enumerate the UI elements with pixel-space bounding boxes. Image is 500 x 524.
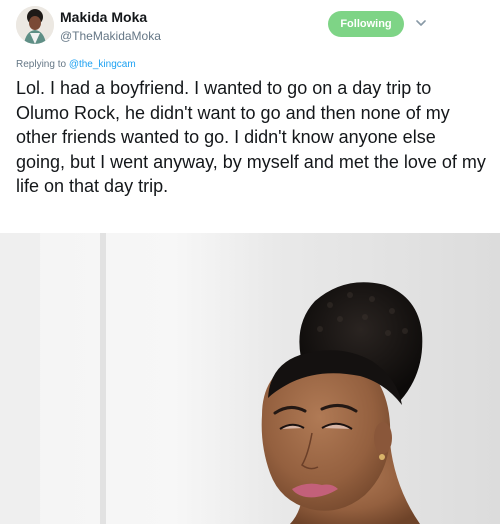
replying-to-label: Replying to [16, 59, 67, 70]
avatar-image [16, 6, 54, 44]
tweet-text: Lol. I had a boyfriend. I wanted to go o… [16, 78, 486, 196]
tweet-header: Makida Moka @TheMakidaMoka Following [0, 0, 500, 52]
following-button[interactable]: Following [328, 11, 404, 37]
tweet-photo[interactable] [0, 233, 500, 524]
chevron-down-icon[interactable] [413, 15, 429, 31]
avatar[interactable] [16, 6, 54, 44]
portrait-photo [0, 233, 500, 524]
reply-mention-link[interactable]: @the_kingcam [69, 59, 136, 70]
author-handle[interactable]: @TheMakidaMoka [60, 29, 161, 43]
author-display-name[interactable]: Makida Moka [60, 9, 147, 25]
replying-to-line: Replying to @the_kingcam [16, 59, 136, 70]
tweet-card: Makida Moka @TheMakidaMoka Following Rep… [0, 0, 500, 524]
